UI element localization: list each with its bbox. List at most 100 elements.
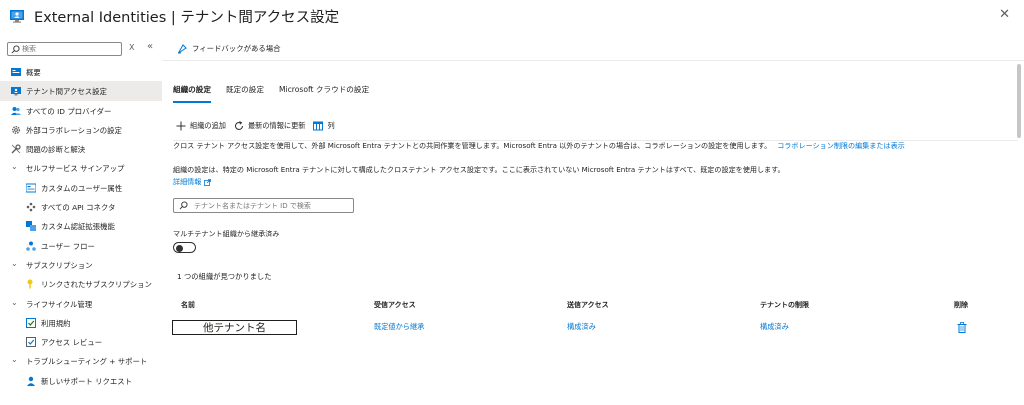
chevron-down-icon: ⌄	[11, 258, 18, 268]
feedback-label: フィードバックがある場合	[192, 44, 281, 53]
sidebar-group-subscriptions[interactable]: ⌄ サブスクリプション	[0, 255, 162, 274]
column-header-inbound[interactable]: 受信アクセス	[374, 300, 416, 310]
support-icon	[27, 376, 35, 386]
terms-icon	[26, 317, 36, 328]
collapse-sidebar-button[interactable]: «	[147, 41, 153, 52]
more-options-button[interactable]: ···	[316, 6, 329, 17]
column-header-name[interactable]: 名前	[181, 300, 195, 310]
add-organization-button[interactable]: 組織の追加	[176, 121, 226, 131]
sidebar-search[interactable]	[7, 42, 122, 56]
title-bar: External Identities | テナント間アクセス設定 ··· ✕	[0, 0, 1024, 32]
tab-organization-settings[interactable]: 組織の設定	[173, 84, 211, 103]
sidebar-item-access-reviews[interactable]: アクセス レビュー	[0, 332, 162, 351]
attributes-icon	[26, 183, 36, 193]
wrench-icon	[11, 144, 21, 154]
outbound-access-link[interactable]: 構成済み	[567, 322, 596, 332]
column-header-delete: 削除	[954, 301, 968, 309]
plus-icon	[176, 121, 186, 131]
inherited-toggle[interactable]	[173, 242, 196, 253]
sidebar-item-overview[interactable]: 概要	[0, 62, 162, 81]
columns-label: 列	[327, 121, 335, 130]
description-text: クロス テナント アクセス設定を使用して、外部 Microsoft Entra …	[173, 140, 1018, 151]
sidebar-item-external-collaboration[interactable]: 外部コラボレーションの設定	[0, 120, 162, 139]
more-info-label: 詳細情報	[173, 177, 202, 186]
clear-search-button[interactable]: X	[129, 43, 134, 52]
column-header-restrictions[interactable]: テナントの制限	[760, 300, 809, 310]
sidebar-group-label: ライフサイクル管理	[26, 299, 93, 309]
overview-icon	[11, 68, 21, 76]
tenant-search-box[interactable]	[173, 198, 354, 213]
table-row: 他テナント名 既定値から継承 構成済み 構成済み	[162, 320, 1024, 338]
identity-providers-icon	[11, 106, 21, 115]
sidebar-item-terms-of-use[interactable]: 利用規約	[0, 313, 162, 332]
tab-cloud-settings[interactable]: Microsoft クラウドの設定	[279, 84, 369, 103]
inbound-access-link[interactable]: 既定値から継承	[374, 322, 424, 332]
sidebar-item-label: 問題の診断と解決	[26, 145, 86, 155]
feedback-icon	[178, 44, 187, 54]
table-header: 名前 受信アクセス 送信アクセス テナントの制限 削除	[162, 300, 1024, 312]
refresh-button[interactable]: 最新の情報に更新	[234, 121, 306, 131]
feedback-button[interactable]: フィードバックがある場合	[177, 43, 281, 54]
more-info-link[interactable]: 詳細情報	[173, 177, 212, 187]
sidebar-group-troubleshooting[interactable]: ⌄ トラブルシューティング + サポート	[0, 351, 162, 370]
sidebar-group-lifecycle[interactable]: ⌄ ライフサイクル管理	[0, 294, 162, 313]
external-link-icon	[204, 178, 212, 186]
description-main: クロス テナント アクセス設定を使用して、外部 Microsoft Entra …	[173, 141, 772, 150]
cross-tenant-icon	[11, 87, 21, 96]
add-organization-label: 組織の追加	[190, 121, 226, 130]
tenant-restrictions-link[interactable]: 構成済み	[760, 322, 789, 332]
inherited-toggle-label: マルチテナント組織から継承済み	[173, 229, 280, 238]
tenant-search-input[interactable]	[193, 201, 353, 210]
sidebar-group-label: サブスクリプション	[26, 260, 93, 270]
sidebar-item-api-connectors[interactable]: すべての API コネクタ	[0, 197, 162, 216]
main-content: フィードバックがある場合 組織の設定 既定の設定 Microsoft クラウドの…	[162, 38, 1024, 405]
sidebar-group-label: セルフサービス サインアップ	[26, 164, 125, 174]
columns-icon	[313, 121, 324, 131]
column-header-outbound[interactable]: 送信アクセス	[567, 300, 609, 310]
sidebar: X « 概要 テナント間アクセス設定 すべての ID プロバイダー 外部コラボレ…	[0, 38, 162, 405]
gear-icon	[12, 125, 20, 134]
sidebar-group-self-service[interactable]: ⌄ セルフサービス サインアップ	[0, 158, 162, 177]
columns-button[interactable]: 列	[313, 121, 335, 131]
result-count: 1 つの組織が見つかりました	[177, 272, 272, 281]
refresh-label: 最新の情報に更新	[247, 121, 306, 130]
sidebar-item-label: ユーザー フロー	[41, 241, 95, 251]
sidebar-item-label: 新しいサポート リクエスト	[41, 376, 133, 386]
sidebar-item-label: すべての ID プロバイダー	[26, 106, 112, 116]
page-title: External Identities | テナント間アクセス設定	[34, 10, 340, 26]
sidebar-item-linked-subscriptions[interactable]: リンクされたサブスクリプション	[0, 274, 162, 293]
search-icon	[11, 44, 20, 53]
collaboration-restrictions-link[interactable]: コラボレーション制限の編集または表示	[777, 141, 905, 150]
sidebar-item-label: テナント間アクセス設定	[26, 87, 107, 97]
trash-icon[interactable]	[957, 322, 967, 333]
chevron-down-icon: ⌄	[11, 297, 18, 307]
key-icon	[27, 279, 33, 289]
sidebar-search-input[interactable]	[22, 45, 112, 53]
sidebar-item-identity-providers[interactable]: すべての ID プロバイダー	[0, 101, 162, 120]
sidebar-item-custom-attributes[interactable]: カスタムのユーザー属性	[0, 178, 162, 197]
scrollbar[interactable]	[1017, 64, 1021, 138]
sidebar-item-label: 概要	[26, 68, 41, 77]
sidebar-item-diagnose[interactable]: 問題の診断と解決	[0, 139, 162, 158]
search-icon	[179, 201, 188, 210]
organization-settings-description: 組織の設定は、特定の Microsoft Entra テナントに対して構成したク…	[173, 165, 785, 174]
sidebar-group-label: トラブルシューティング + サポート	[26, 357, 148, 367]
chevron-down-icon: ⌄	[11, 355, 18, 365]
sidebar-item-label: リンクされたサブスクリプション	[41, 280, 152, 290]
sidebar-item-new-support-request[interactable]: 新しいサポート リクエスト	[0, 371, 162, 390]
access-review-icon	[26, 337, 36, 348]
sidebar-item-cross-tenant[interactable]: テナント間アクセス設定	[0, 81, 162, 101]
sidebar-item-custom-auth-extensions[interactable]: カスタム認証拡張機能	[0, 216, 162, 235]
tab-bar: 組織の設定 既定の設定 Microsoft クラウドの設定	[173, 84, 384, 103]
sidebar-item-label: すべての API コネクタ	[41, 203, 116, 213]
chevron-down-icon: ⌄	[11, 162, 18, 172]
api-connector-icon	[26, 202, 36, 212]
sidebar-item-user-flows[interactable]: ユーザー フロー	[0, 236, 162, 255]
close-button[interactable]: ✕	[999, 7, 1010, 22]
user-flow-icon	[26, 241, 36, 251]
external-identities-icon	[10, 10, 24, 23]
sidebar-item-label: 利用規約	[41, 318, 71, 328]
sidebar-item-label: アクセス レビュー	[41, 338, 103, 348]
sidebar-nav: 概要 テナント間アクセス設定 すべての ID プロバイダー 外部コラボレーション…	[0, 62, 162, 390]
tab-default-settings[interactable]: 既定の設定	[226, 84, 264, 103]
